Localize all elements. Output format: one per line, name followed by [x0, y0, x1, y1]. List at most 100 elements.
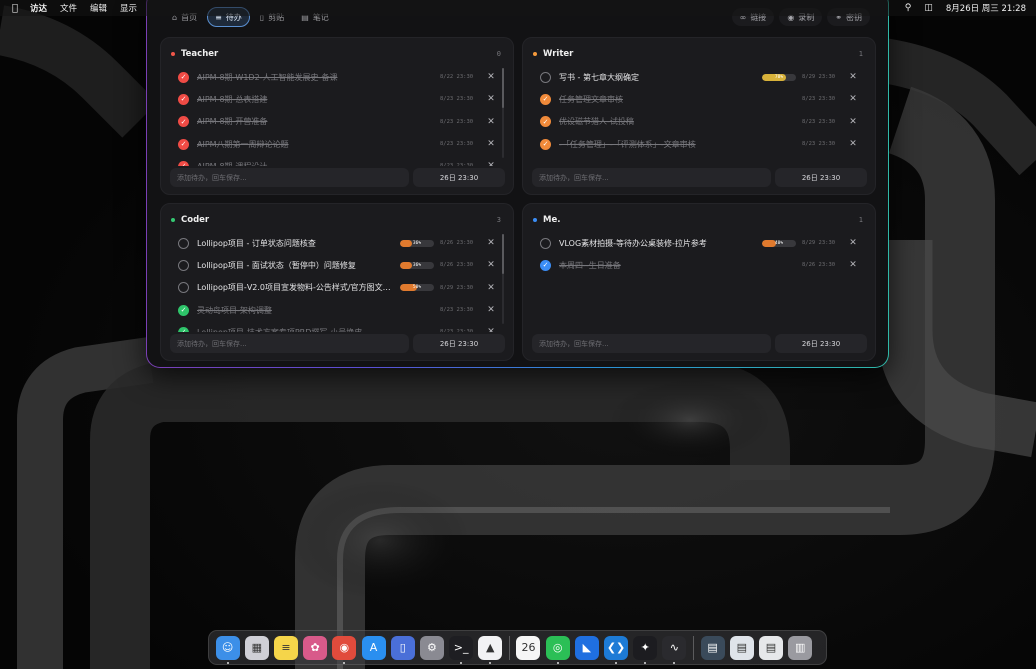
trash-app-icon[interactable]: ▥: [788, 635, 813, 660]
unchecked-circle-icon[interactable]: [178, 282, 189, 294]
wechat-app-icon[interactable]: ◎: [545, 635, 570, 664]
window-thumb-1-icon[interactable]: ▤: [700, 635, 725, 660]
checked-circle-icon[interactable]: ✓: [540, 93, 551, 105]
task-text[interactable]: VLOG素材拍摄-等待办公桌装修-拉片参考: [559, 238, 758, 249]
delete-task-icon[interactable]: ✕: [845, 139, 861, 149]
search-icon[interactable]: ⚲: [905, 3, 912, 13]
task-row[interactable]: ✓ AIPM八期第一周辩论论题 8/23 23:30 ✕: [171, 133, 499, 155]
task-text[interactable]: AIPM-8期-总表搭建: [197, 94, 434, 105]
menu-edit[interactable]: 编辑: [90, 2, 107, 14]
scrollbar-thumb[interactable]: [502, 68, 504, 108]
checked-circle-icon[interactable]: ✓: [178, 304, 189, 316]
menu-finder[interactable]: 访达: [30, 2, 47, 14]
task-list-scrollbar[interactable]: [502, 68, 504, 158]
task-row[interactable]: VLOG素材拍摄-等待办公桌装修-拉片参考 40% 8/29 23:30 ✕: [533, 232, 861, 254]
unchecked-circle-icon[interactable]: [540, 71, 551, 83]
rocket-app-icon[interactable]: ▲: [478, 635, 503, 664]
menu-view[interactable]: 显示: [120, 2, 137, 14]
calendar-app-icon[interactable]: 26: [516, 635, 541, 660]
due-date-picker-button[interactable]: 26日 23:30: [775, 168, 867, 187]
task-text[interactable]: AIPM-8期-开营准备: [197, 116, 434, 127]
task-row[interactable]: ✓ AIPM-8期-W1D2-人工智能发展史-备课 8/22 23:30 ✕: [171, 66, 499, 88]
task-row[interactable]: ✓ AIPM-8期-总表搭建 8/23 23:30 ✕: [171, 88, 499, 110]
checked-circle-icon[interactable]: ✓: [540, 116, 551, 128]
checked-circle-icon[interactable]: ✓: [178, 326, 189, 332]
terminal-app-icon[interactable]: >_: [449, 635, 474, 664]
task-text[interactable]: 写书 - 第七章大纲确定: [559, 72, 758, 83]
delete-task-icon[interactable]: ✕: [483, 72, 499, 82]
checked-circle-icon[interactable]: ✓: [178, 160, 189, 166]
unchecked-circle-icon[interactable]: [178, 237, 189, 249]
add-task-input[interactable]: [532, 168, 771, 187]
photos-app-icon[interactable]: ✿: [303, 635, 328, 660]
due-date-picker-button[interactable]: 26日 23:30: [413, 334, 505, 353]
task-text[interactable]: -「任务管理」-「评测体系」-文章审核: [559, 139, 796, 150]
task-row[interactable]: Lollipop项目-V2.0项目宣发物料-公告样式/官方图文贴/... 50% 8…: [171, 277, 499, 299]
add-task-input[interactable]: [170, 168, 409, 187]
menu-bar-clock[interactable]: 8月26日 周三 21:28: [946, 2, 1026, 14]
task-text[interactable]: AIPM-8期-课程设计: [197, 161, 434, 166]
delete-task-icon[interactable]: ✕: [845, 117, 861, 127]
window-thumb-2-icon[interactable]: ▤: [729, 635, 754, 660]
task-row[interactable]: ✓ 优设磁节猎人-试投稿 8/23 23:30 ✕: [533, 111, 861, 133]
task-row[interactable]: Lollipop项目 - 面试状态（暂停中）问题修复 36% 8/26 23:30 ✕: [171, 254, 499, 276]
task-text[interactable]: 优设磁节猎人-试投稿: [559, 116, 796, 127]
task-text[interactable]: AIPM-8期-W1D2-人工智能发展史-备课: [197, 72, 434, 83]
task-row[interactable]: Lollipop项目 - 订单状态问题核查 36% 8/26 23:30 ✕: [171, 232, 499, 254]
task-row[interactable]: ✓ AIPM-8期-开营准备 8/23 23:30 ✕: [171, 111, 499, 133]
finder-app-icon[interactable]: ☺: [215, 635, 240, 664]
task-text[interactable]: 任务管理文章审核: [559, 94, 796, 105]
checked-circle-icon[interactable]: ✓: [540, 138, 551, 150]
launchpad-app-icon[interactable]: ▦: [244, 635, 269, 660]
checked-circle-icon[interactable]: ✓: [178, 71, 189, 83]
unchecked-circle-icon[interactable]: [178, 259, 189, 271]
delete-task-icon[interactable]: ✕: [845, 72, 861, 82]
menu-file[interactable]: 文件: [60, 2, 77, 14]
vscode-app-icon[interactable]: ❮❯: [604, 635, 629, 664]
task-row[interactable]: ✓ 任务管理文章审核 8/23 23:30 ✕: [533, 88, 861, 110]
control-center-icon[interactable]: ◫: [924, 3, 933, 13]
task-list-scrollbar[interactable]: [502, 234, 504, 324]
notes-app-icon[interactable]: ≡: [273, 635, 298, 660]
task-text[interactable]: Lollipop项目 - 订单状态问题核查: [197, 238, 396, 249]
task-text[interactable]: 灵动岛项目-架构调整: [197, 305, 434, 316]
due-date-picker-button[interactable]: 26日 23:30: [775, 334, 867, 353]
delete-task-icon[interactable]: ✕: [845, 94, 861, 104]
delete-task-icon[interactable]: ✕: [483, 283, 499, 293]
delete-task-icon[interactable]: ✕: [483, 117, 499, 127]
delete-task-icon[interactable]: ✕: [483, 161, 499, 166]
add-task-input[interactable]: [170, 334, 409, 353]
checked-circle-icon[interactable]: ✓: [178, 138, 189, 150]
task-row[interactable]: ✓ 本周四--生日准备 8/26 23:30 ✕: [533, 254, 861, 276]
add-task-input[interactable]: [532, 334, 771, 353]
due-date-picker-button[interactable]: 26日 23:30: [413, 168, 505, 187]
delete-task-icon[interactable]: ✕: [483, 327, 499, 332]
task-text[interactable]: AIPM八期第一周辩论论题: [197, 139, 434, 150]
task-row[interactable]: ✓ 灵动岛项目-架构调整 8/23 23:30 ✕: [171, 299, 499, 321]
chrome-app-icon[interactable]: ◉: [332, 635, 357, 664]
activity-monitor-app-icon[interactable]: ∿: [662, 635, 687, 664]
task-text[interactable]: Lollipop项目 - 面试状态（暂停中）问题修复: [197, 260, 396, 271]
settings-app-icon[interactable]: ⚙: [419, 635, 444, 660]
task-row[interactable]: ✓ Lollipop项目-技术方案专项PRD撰写-小号换皮 8/23 23:30✕: [171, 321, 499, 332]
checked-circle-icon[interactable]: ✓: [540, 259, 551, 271]
task-text[interactable]: Lollipop项目-技术方案专项PRD撰写-小号换皮: [197, 327, 434, 332]
delete-task-icon[interactable]: ✕: [483, 94, 499, 104]
delete-task-icon[interactable]: ✕: [483, 260, 499, 270]
delete-task-icon[interactable]: ✕: [845, 238, 861, 248]
preview-app-icon[interactable]: ▯: [390, 635, 415, 660]
scrollbar-thumb[interactable]: [502, 234, 504, 274]
apple-icon[interactable]: : [0, 3, 30, 14]
task-text[interactable]: 本周四--生日准备: [559, 260, 796, 271]
checked-circle-icon[interactable]: ✓: [178, 93, 189, 105]
delete-task-icon[interactable]: ✕: [845, 260, 861, 270]
bird-app-icon[interactable]: ◣: [574, 635, 599, 660]
task-row[interactable]: 写书 - 第七章大纲确定 70% 8/29 23:30 ✕: [533, 66, 861, 88]
window-thumb-3-icon[interactable]: ▤: [758, 635, 783, 660]
delete-task-icon[interactable]: ✕: [483, 305, 499, 315]
green-app-icon[interactable]: ✦: [633, 635, 658, 664]
task-text[interactable]: Lollipop项目-V2.0项目宣发物料-公告样式/官方图文贴/...: [197, 282, 396, 293]
unchecked-circle-icon[interactable]: [540, 237, 551, 249]
delete-task-icon[interactable]: ✕: [483, 139, 499, 149]
delete-task-icon[interactable]: ✕: [483, 238, 499, 248]
